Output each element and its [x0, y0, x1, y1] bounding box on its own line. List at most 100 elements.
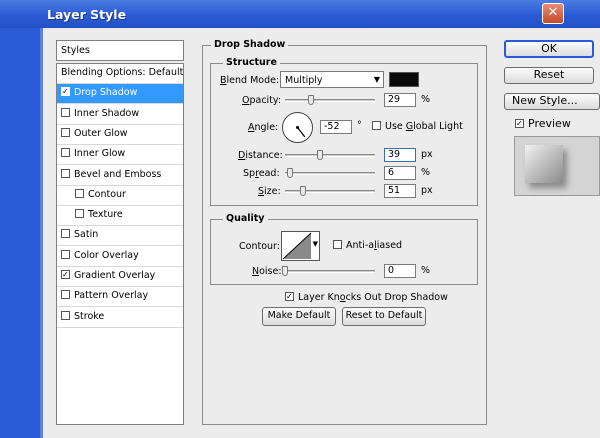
noise-unit: % — [421, 265, 431, 276]
opacity-input[interactable]: 29 — [384, 93, 416, 107]
sidebar-item[interactable]: Gradient Overlay — [57, 267, 183, 287]
sidebar-item-label: Drop Shadow — [74, 87, 138, 99]
quality-group — [210, 219, 478, 285]
sidebar-item-checkbox[interactable] — [61, 270, 70, 279]
preview-option[interactable]: Preview — [515, 117, 600, 130]
size-label: Size: — [258, 186, 281, 197]
distance-slider-handle[interactable] — [317, 150, 324, 160]
opacity-label: Opacity: — [242, 95, 282, 106]
sidebar-item[interactable]: Blending Options: Default — [57, 64, 183, 84]
opacity-unit: % — [421, 94, 431, 105]
ok-button[interactable]: OK — [504, 40, 594, 58]
sidebar-item-label: Gradient Overlay — [74, 270, 156, 281]
chevron-down-icon: ▼ — [373, 75, 380, 84]
sidebar-item-label: Color Overlay — [74, 249, 139, 261]
size-slider-handle[interactable] — [300, 186, 306, 196]
sidebar-item-checkbox[interactable] — [61, 87, 70, 97]
global-light-checkbox[interactable] — [372, 121, 381, 130]
sidebar-item-label: Blending Options: Default — [61, 67, 184, 78]
chevron-down-icon: ▼ — [312, 240, 318, 248]
angle-unit: ° — [357, 120, 362, 131]
noise-slider[interactable] — [285, 270, 375, 273]
opacity-slider[interactable] — [285, 99, 375, 102]
sidebar-item-checkbox[interactable] — [61, 107, 70, 117]
spread-slider[interactable] — [285, 172, 375, 175]
contour-label: Contour: — [239, 241, 280, 252]
size-unit: px — [421, 185, 433, 196]
distance-slider[interactable] — [285, 154, 375, 157]
spread-label: Spread: — [243, 168, 280, 179]
knocks-out-option[interactable]: Layer Knocks Out Drop Shadow — [285, 292, 448, 303]
sidebar-item[interactable]: Drop Shadow — [57, 84, 183, 105]
preview-thumbnail — [514, 136, 600, 196]
reset-button[interactable]: Reset — [504, 67, 594, 84]
sidebar-item[interactable]: Satin — [57, 226, 183, 247]
make-default-button[interactable]: Make Default — [262, 307, 336, 326]
sidebar-item[interactable]: Contour — [57, 186, 183, 206]
sidebar-item-label: Bevel and Emboss — [74, 168, 162, 180]
sidebar-item[interactable]: Inner Glow — [57, 145, 183, 166]
reset-to-default-button[interactable]: Reset to Default — [342, 307, 426, 326]
sidebar-item-checkbox[interactable] — [61, 229, 70, 239]
sidebar-item[interactable]: Texture — [57, 206, 183, 227]
distance-label: Distance: — [238, 150, 283, 161]
sidebar-item[interactable]: Stroke — [57, 308, 183, 328]
drop-shadow-title: Drop Shadow — [211, 39, 289, 50]
sidebar-item-label: Inner Glow — [74, 148, 126, 160]
window-frame-left — [0, 28, 40, 438]
sidebar-item-checkbox[interactable] — [61, 148, 70, 158]
sidebar-item[interactable]: Pattern Overlay — [57, 287, 183, 308]
sidebar-item[interactable]: Outer Glow — [57, 125, 183, 145]
window-title: Layer Style — [47, 7, 127, 22]
noise-input[interactable]: 0 — [384, 264, 416, 278]
distance-unit: px — [421, 149, 433, 160]
distance-input[interactable]: 39 — [384, 148, 416, 162]
global-light-option[interactable]: Use Global Light — [372, 121, 463, 132]
sidebar-item-label: Outer Glow — [74, 127, 128, 139]
size-slider[interactable] — [285, 190, 375, 193]
angle-dial[interactable] — [281, 111, 314, 144]
close-icon: ✕ — [547, 5, 559, 20]
sidebar-item-checkbox[interactable] — [61, 249, 70, 259]
opacity-slider-handle[interactable] — [308, 95, 315, 105]
sidebar-item-label: Inner Shadow — [74, 107, 140, 119]
angle-label: Angle: — [248, 122, 279, 133]
sidebar-item-checkbox[interactable] — [61, 168, 70, 178]
sidebar-item[interactable]: Bevel and Emboss — [57, 166, 183, 186]
noise-label: Noise: — [252, 266, 282, 277]
sidebar-item-label: Contour — [88, 188, 126, 200]
shadow-color-swatch[interactable] — [389, 72, 419, 87]
preview-checkbox[interactable] — [515, 119, 524, 128]
blend-mode-label: Blend Mode: — [220, 75, 280, 86]
sidebar-item[interactable]: Color Overlay — [57, 247, 183, 267]
sidebar-item-label: Satin — [74, 229, 99, 241]
contour-curve-icon — [282, 232, 312, 260]
sidebar-item[interactable]: Inner Shadow — [57, 105, 183, 125]
spread-slider-handle[interactable] — [287, 168, 294, 178]
spread-input[interactable]: 6 — [384, 166, 416, 180]
sidebar-item-checkbox[interactable] — [61, 310, 70, 320]
close-button[interactable]: ✕ — [542, 3, 564, 24]
anti-aliased-checkbox[interactable] — [333, 240, 342, 249]
sidebar-item-checkbox[interactable] — [75, 188, 84, 198]
angle-input[interactable]: -52 — [320, 120, 352, 134]
angle-dial-graphic — [282, 112, 313, 143]
sidebar-item-checkbox[interactable] — [75, 209, 84, 219]
styles-list: Blending Options: Default Drop Shadow Inne… — [56, 63, 184, 425]
contour-picker[interactable]: ▼ — [281, 231, 320, 261]
quality-title: Quality — [223, 213, 268, 224]
sidebar-item-checkbox[interactable] — [61, 127, 70, 137]
knocks-out-checkbox[interactable] — [285, 292, 294, 301]
sidebar-item-label: Pattern Overlay — [74, 290, 149, 302]
sidebar-item-label: Texture — [88, 209, 123, 221]
noise-slider-handle[interactable] — [282, 266, 288, 276]
styles-header[interactable]: Styles — [56, 40, 184, 61]
anti-aliased-option[interactable]: Anti-aliased — [333, 240, 402, 251]
sidebar-item-label: Stroke — [74, 310, 105, 322]
size-input[interactable]: 51 — [384, 184, 416, 198]
spread-unit: % — [421, 167, 431, 178]
sidebar-item-checkbox[interactable] — [61, 290, 70, 300]
new-style-button[interactable]: New Style... — [504, 93, 600, 110]
blend-mode-select[interactable]: Multiply ▼ — [280, 71, 384, 88]
blend-mode-value: Multiply — [285, 75, 323, 86]
